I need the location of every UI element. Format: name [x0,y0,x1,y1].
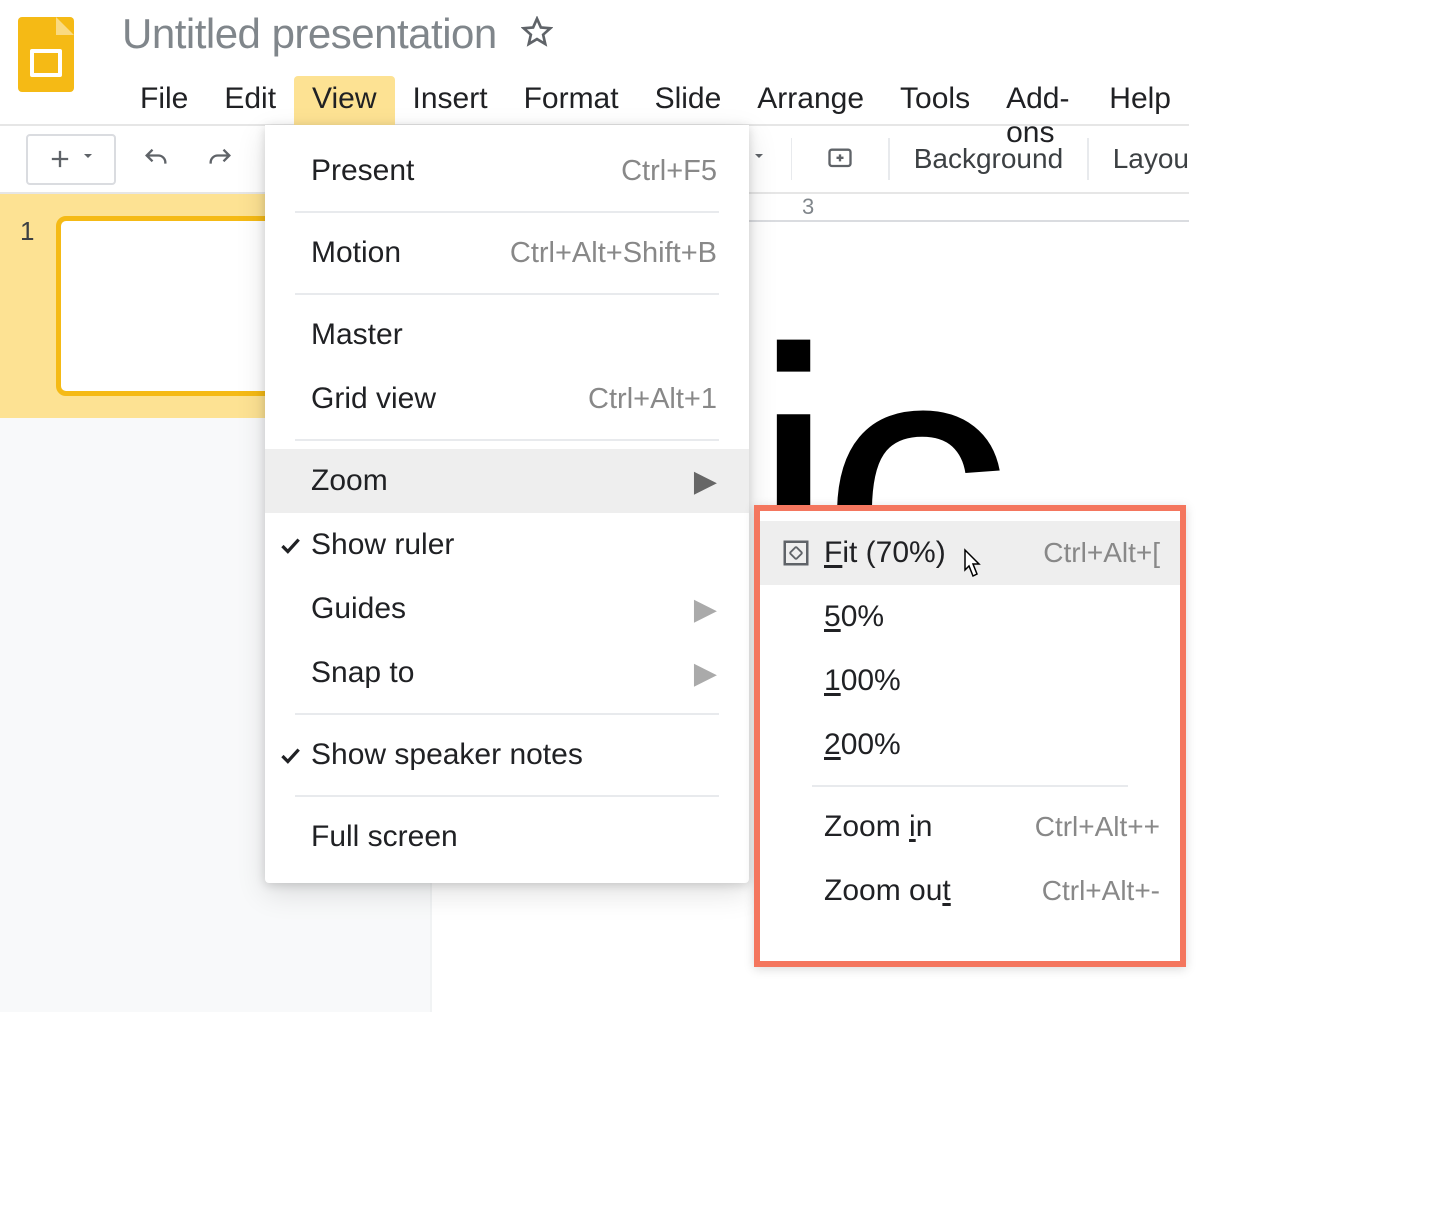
menu-shortcut: Ctrl+Alt+- [1042,875,1160,907]
menu-label: Present [311,154,621,188]
menu-show-ruler[interactable]: Show ruler [265,513,749,577]
toolbar-separator [888,138,890,180]
menu-gridview[interactable]: Grid view Ctrl+Alt+1 [265,367,749,431]
menu-separator [812,785,1128,787]
menu-speaker-notes[interactable]: Show speaker notes [265,723,749,787]
zoom-200[interactable]: 200% [760,713,1180,777]
menu-label: Show speaker notes [311,738,717,772]
menu-separator [295,713,719,715]
header-bar: Untitled presentation File Edit View Ins… [0,0,1189,126]
slides-logo-icon [18,17,74,92]
menu-label: Zoom out [816,874,1042,908]
menu-label: Master [311,318,717,352]
menu-shortcut: Ctrl+Alt+[ [1043,537,1160,569]
submenu-arrow-icon: ▶ [694,656,717,691]
zoom-submenu: Fit (70%) Ctrl+Alt+[ 50% 100% 200% Zoom … [754,505,1186,967]
menu-zoom[interactable]: Zoom ▶ [265,449,749,513]
star-icon[interactable] [521,16,553,53]
menu-shortcut: Ctrl+Alt++ [1035,811,1160,843]
checkmark-icon [273,532,307,558]
undo-button[interactable] [132,139,180,179]
zoom-50[interactable]: 50% [760,585,1180,649]
menu-label: Zoom [311,464,694,498]
comment-button[interactable] [816,139,864,179]
menu-label: 100% [816,664,1160,698]
toolbar-separator [791,138,793,180]
menu-separator [295,439,719,441]
menu-shortcut: Ctrl+Alt+1 [588,383,717,416]
fit-icon [776,538,816,568]
menu-label: Motion [311,236,510,270]
zoom-100[interactable]: 100% [760,649,1180,713]
new-slide-button[interactable] [26,134,116,185]
menu-separator [295,795,719,797]
menu-label: Zoom in [816,810,1035,844]
zoom-in[interactable]: Zoom in Ctrl+Alt++ [760,795,1180,859]
slide-number: 1 [20,216,34,396]
dropdown-caret-icon [80,142,96,177]
menu-separator [295,293,719,295]
submenu-arrow-icon: ▶ [694,592,717,627]
menu-label: Grid view [311,382,588,416]
layout-button[interactable]: Layou [1113,143,1189,175]
zoom-out[interactable]: Zoom out Ctrl+Alt+- [760,859,1180,923]
menu-label: Show ruler [311,528,717,562]
submenu-arrow-icon: ▶ [694,464,717,499]
menu-present[interactable]: Present Ctrl+F5 [265,139,749,203]
toolbar-separator [1087,138,1089,180]
menu-separator [295,211,719,213]
menu-label: Snap to [311,656,694,690]
checkmark-icon [273,742,307,768]
doc-title[interactable]: Untitled presentation [122,10,497,58]
zoom-fit[interactable]: Fit (70%) Ctrl+Alt+[ [760,521,1180,585]
menu-label: 200% [816,728,1160,762]
menu-fullscreen[interactable]: Full screen [265,805,749,869]
menu-motion[interactable]: Motion Ctrl+Alt+Shift+B [265,221,749,285]
view-dropdown-menu: Present Ctrl+F5 Motion Ctrl+Alt+Shift+B … [265,125,749,883]
dropdown-caret-icon[interactable] [751,142,767,177]
menu-master[interactable]: Master [265,303,749,367]
menu-shortcut: Ctrl+Alt+Shift+B [510,237,717,270]
menu-shortcut: Ctrl+F5 [621,155,717,188]
menu-label: Full screen [311,820,717,854]
menu-label: Guides [311,592,694,626]
ruler-mark: 3 [802,194,854,220]
background-button[interactable]: Background [914,143,1063,175]
menu-label: Fit (70%) [816,536,1043,570]
redo-button[interactable] [196,139,244,179]
menu-guides[interactable]: Guides ▶ [265,577,749,641]
menu-snap-to[interactable]: Snap to ▶ [265,641,749,705]
menu-label: 50% [816,600,1160,634]
